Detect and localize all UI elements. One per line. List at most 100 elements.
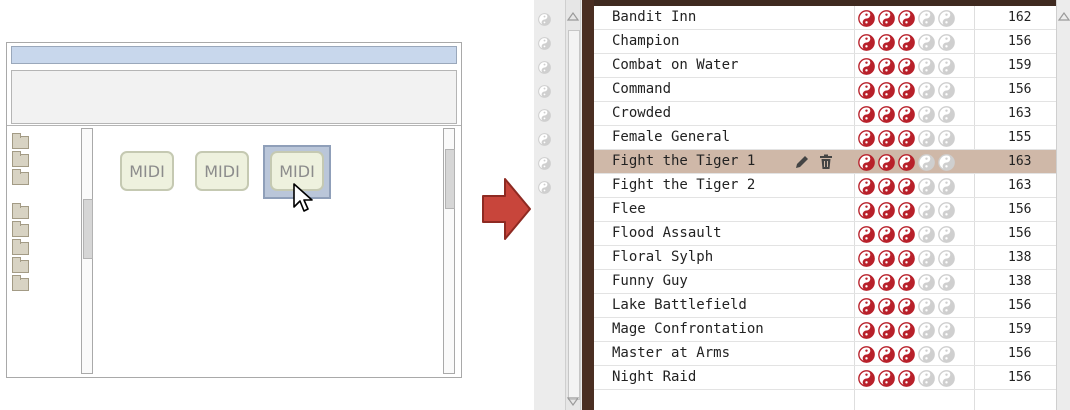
yin-yang-icon[interactable]	[858, 202, 875, 219]
yin-yang-icon[interactable]	[878, 154, 895, 171]
folder-icon[interactable]	[12, 169, 29, 185]
rating-stars[interactable]	[858, 226, 955, 243]
content-scrollbar-thumb[interactable]	[445, 149, 455, 209]
yin-yang-icon[interactable]	[938, 82, 955, 99]
yin-yang-icon[interactable]	[938, 130, 955, 147]
song-row[interactable]: Floral Sylph 138	[594, 246, 1056, 270]
yin-yang-icon[interactable]	[898, 250, 915, 267]
scroll-down-icon[interactable]	[566, 396, 580, 408]
yin-yang-icon[interactable]	[938, 34, 955, 51]
folder-scrollbar[interactable]	[81, 128, 93, 374]
rating-stars[interactable]	[858, 346, 955, 363]
folder-icon[interactable]	[12, 133, 29, 149]
yin-yang-icon[interactable]	[918, 250, 935, 267]
yin-yang-icon[interactable]	[878, 106, 895, 123]
song-row[interactable]: Crowded 163	[594, 102, 1056, 126]
folder-scrollbar-thumb[interactable]	[83, 199, 93, 259]
yin-yang-icon[interactable]	[898, 58, 915, 75]
song-row[interactable]: Female General 155	[594, 126, 1056, 150]
yin-yang-icon[interactable]	[898, 226, 915, 243]
yin-yang-icon[interactable]	[898, 154, 915, 171]
yin-yang-icon[interactable]	[938, 202, 955, 219]
yin-yang-icon[interactable]	[858, 82, 875, 99]
rating-stars[interactable]	[858, 58, 955, 75]
yin-yang-icon[interactable]	[878, 34, 895, 51]
yin-yang-icon[interactable]	[878, 322, 895, 339]
yin-yang-icon[interactable]	[898, 82, 915, 99]
yin-yang-icon[interactable]	[918, 178, 935, 195]
yin-yang-icon[interactable]	[898, 274, 915, 291]
yin-yang-icon[interactable]	[938, 322, 955, 339]
song-row[interactable]: Fight the Tiger 2 163	[594, 174, 1056, 198]
rating-stars[interactable]	[858, 130, 955, 147]
yin-yang-icon[interactable]	[918, 58, 935, 75]
folder-icon[interactable]	[12, 239, 29, 255]
yin-yang-icon[interactable]	[878, 178, 895, 195]
right-scrollbar[interactable]	[1056, 0, 1070, 410]
yin-yang-icon[interactable]	[878, 274, 895, 291]
yin-yang-icon[interactable]	[938, 106, 955, 123]
yin-yang-icon[interactable]	[538, 179, 551, 194]
rating-stars[interactable]	[858, 202, 955, 219]
yin-yang-icon[interactable]	[898, 10, 915, 27]
yin-yang-icon[interactable]	[858, 298, 875, 315]
yin-yang-icon[interactable]	[878, 370, 895, 387]
yin-yang-icon[interactable]	[858, 130, 875, 147]
scroll-up-icon[interactable]	[566, 10, 580, 22]
yin-yang-icon[interactable]	[858, 106, 875, 123]
folder-icon[interactable]	[12, 151, 29, 167]
yin-yang-icon[interactable]	[918, 106, 935, 123]
content-scrollbar[interactable]	[443, 128, 455, 374]
yin-yang-icon[interactable]	[878, 130, 895, 147]
yin-yang-icon[interactable]	[858, 178, 875, 195]
yin-yang-icon[interactable]	[538, 11, 551, 26]
yin-yang-icon[interactable]	[858, 250, 875, 267]
yin-yang-icon[interactable]	[858, 346, 875, 363]
yin-yang-icon[interactable]	[878, 82, 895, 99]
yin-yang-icon[interactable]	[918, 10, 935, 27]
yin-yang-icon[interactable]	[538, 35, 551, 50]
yin-yang-icon[interactable]	[878, 58, 895, 75]
scroll-up-icon[interactable]	[1057, 10, 1070, 22]
song-row-selected[interactable]: Fight the Tiger 1 163	[594, 150, 1056, 174]
yin-yang-icon[interactable]	[538, 131, 551, 146]
yin-yang-icon[interactable]	[898, 178, 915, 195]
yin-yang-icon[interactable]	[858, 274, 875, 291]
yin-yang-icon[interactable]	[898, 346, 915, 363]
yin-yang-icon[interactable]	[898, 298, 915, 315]
yin-yang-icon[interactable]	[538, 155, 551, 170]
folder-icon[interactable]	[12, 275, 29, 291]
rating-stars[interactable]	[858, 106, 955, 123]
yin-yang-icon[interactable]	[938, 274, 955, 291]
yin-yang-icon[interactable]	[918, 34, 935, 51]
yin-yang-icon[interactable]	[878, 298, 895, 315]
rating-stars[interactable]	[858, 370, 955, 387]
song-row[interactable]: Mage Confrontation 159	[594, 318, 1056, 342]
yin-yang-icon[interactable]	[858, 370, 875, 387]
song-row[interactable]: Bandit Inn 162	[594, 6, 1056, 30]
yin-yang-icon[interactable]	[938, 298, 955, 315]
yin-yang-icon[interactable]	[538, 107, 551, 122]
folder-icon[interactable]	[12, 203, 29, 219]
yin-yang-icon[interactable]	[538, 83, 551, 98]
yin-yang-icon[interactable]	[918, 226, 935, 243]
song-row[interactable]: Champion 156	[594, 30, 1056, 54]
left-scrollbar-thumb[interactable]	[568, 30, 580, 400]
yin-yang-icon[interactable]	[898, 34, 915, 51]
yin-yang-icon[interactable]	[878, 202, 895, 219]
rating-stars[interactable]	[858, 274, 955, 291]
rating-stars[interactable]	[858, 82, 955, 99]
yin-yang-icon[interactable]	[878, 346, 895, 363]
yin-yang-icon[interactable]	[898, 106, 915, 123]
yin-yang-icon[interactable]	[538, 59, 551, 74]
yin-yang-icon[interactable]	[858, 58, 875, 75]
yin-yang-icon[interactable]	[918, 82, 935, 99]
rating-stars[interactable]	[858, 322, 955, 339]
yin-yang-icon[interactable]	[918, 346, 935, 363]
yin-yang-icon[interactable]	[898, 202, 915, 219]
rating-stars[interactable]	[858, 250, 955, 267]
song-row[interactable]: Funny Guy 138	[594, 270, 1056, 294]
song-row[interactable]: Flood Assault 156	[594, 222, 1056, 246]
yin-yang-icon[interactable]	[918, 274, 935, 291]
yin-yang-icon[interactable]	[918, 322, 935, 339]
